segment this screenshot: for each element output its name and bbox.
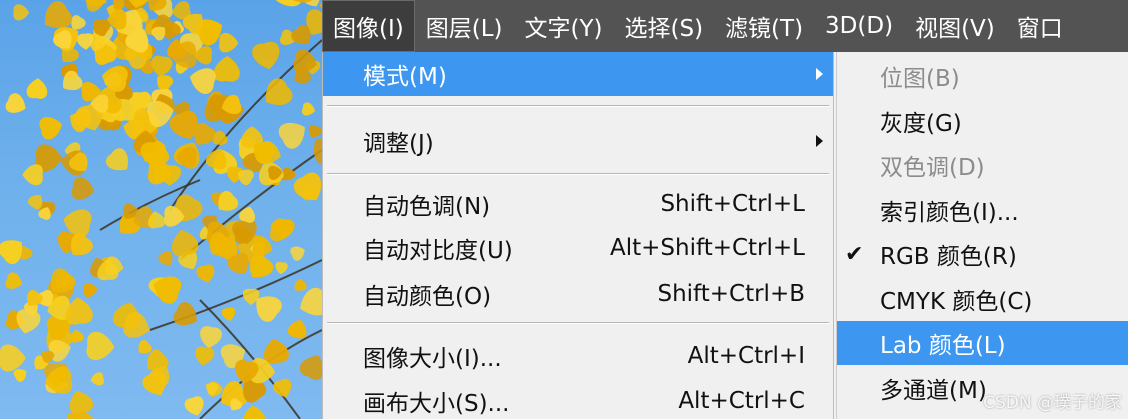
menu-image[interactable]: 图像(I) (322, 0, 415, 52)
submenu-item-indexed-color[interactable]: 索引颜色(I)... (837, 188, 1128, 232)
menu-item-image-size[interactable]: 图像大小(I)... Alt+Ctrl+I (323, 334, 833, 378)
mode-submenu: 位图(B) 灰度(G) 双色调(D) 索引颜色(I)... ✔ RGB 颜色(R… (836, 52, 1128, 419)
menu-item-auto-contrast[interactable]: 自动对比度(U) Alt+Shift+Ctrl+L (323, 226, 833, 270)
menu-layer[interactable]: 图层(L) (415, 0, 514, 52)
menu-item-canvas-size-label: 画布大小(S)... (363, 391, 510, 417)
submenu-item-rgb-color-label: RGB 颜色(R) (880, 244, 1017, 270)
menu-item-adjust-label: 调整(J) (363, 131, 434, 157)
menu-item-mode-label: 模式(M) (363, 64, 447, 90)
submenu-item-duotone-label: 双色调(D) (880, 155, 985, 181)
menu-item-canvas-size-shortcut: Alt+Ctrl+C (678, 388, 805, 414)
submenu-arrow-icon (816, 68, 823, 80)
submenu-item-lab-color-label: Lab 颜色(L) (880, 333, 1006, 359)
submenu-item-lab-color[interactable]: Lab 颜色(L) (837, 321, 1128, 365)
menu-item-adjust[interactable]: 调整(J) (323, 119, 833, 163)
menu-filter[interactable]: 滤镜(T) (714, 0, 814, 52)
menu-item-canvas-size[interactable]: 画布大小(S)... Alt+Ctrl+C (323, 379, 833, 419)
submenu-item-bitmap[interactable]: 位图(B) (837, 54, 1128, 98)
menu-item-auto-tone-shortcut: Shift+Ctrl+L (660, 191, 805, 217)
image-menu-dropdown: 模式(M) 调整(J) 自动色调(N) Shift+Ctrl+L 自动对比度(U… (322, 52, 834, 419)
menu-item-image-size-shortcut: Alt+Ctrl+I (687, 343, 805, 369)
menu-window[interactable]: 窗口 (1006, 0, 1074, 52)
watermark: CSDN @璞子的家 (983, 393, 1122, 413)
submenu-item-grayscale-label: 灰度(G) (880, 111, 962, 137)
menu-item-auto-color-label: 自动颜色(O) (363, 284, 492, 310)
menu-type[interactable]: 文字(Y) (514, 0, 614, 52)
submenu-item-grayscale[interactable]: 灰度(G) (837, 99, 1128, 143)
menu-item-auto-tone[interactable]: 自动色调(N) Shift+Ctrl+L (323, 182, 833, 226)
checkmark-icon: ✔ (845, 241, 864, 267)
menu-item-auto-color-shortcut: Shift+Ctrl+B (657, 281, 805, 307)
ginkgo-photo (0, 0, 322, 419)
submenu-item-indexed-color-label: 索引颜色(I)... (880, 200, 1019, 226)
submenu-item-rgb-color[interactable]: ✔ RGB 颜色(R) (837, 232, 1128, 276)
menu-3d[interactable]: 3D(D) (814, 0, 904, 52)
menu-separator (327, 105, 829, 107)
menu-view[interactable]: 视图(V) (904, 0, 1006, 52)
submenu-item-multichannel-label: 多通道(M) (880, 378, 987, 404)
menu-separator (327, 173, 829, 175)
submenu-arrow-icon (816, 135, 823, 147)
menu-item-auto-contrast-label: 自动对比度(U) (363, 238, 513, 264)
submenu-item-cmyk-color[interactable]: CMYK 颜色(C) (837, 277, 1128, 321)
menu-select[interactable]: 选择(S) (614, 0, 715, 52)
submenu-item-duotone[interactable]: 双色调(D) (837, 143, 1128, 187)
menu-item-mode[interactable]: 模式(M) (323, 52, 833, 96)
menu-item-auto-color[interactable]: 自动颜色(O) Shift+Ctrl+B (323, 272, 833, 316)
menu-item-auto-contrast-shortcut: Alt+Shift+Ctrl+L (610, 235, 805, 261)
submenu-item-cmyk-color-label: CMYK 颜色(C) (880, 289, 1033, 315)
submenu-item-bitmap-label: 位图(B) (880, 66, 960, 92)
menu-item-image-size-label: 图像大小(I)... (363, 346, 502, 372)
menu-bar: 图像(I) 图层(L) 文字(Y) 选择(S) 滤镜(T) 3D(D) 视图(V… (322, 0, 1128, 52)
menu-separator (327, 322, 829, 324)
menu-item-auto-tone-label: 自动色调(N) (363, 194, 491, 220)
